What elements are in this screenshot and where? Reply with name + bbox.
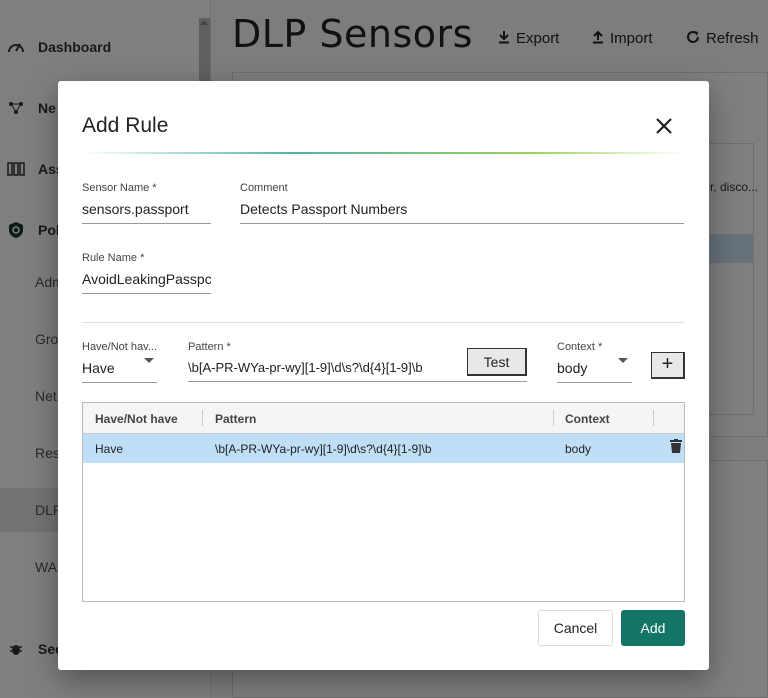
patterns-grid: Have/Not have Pattern Context Have \b[A-… <box>82 402 685 602</box>
have-not-have-label: Have/Not hav... <box>82 341 157 353</box>
add-rule-dialog: Add Rule Sensor Name * sensors.passport … <box>58 81 709 670</box>
cell-context: body <box>565 442 592 456</box>
test-button[interactable]: Test <box>467 348 527 376</box>
column-separator[interactable] <box>202 410 203 426</box>
cancel-button[interactable]: Cancel <box>538 610 613 646</box>
context-value[interactable]: body <box>557 360 632 383</box>
column-header-pattern[interactable]: Pattern <box>215 412 256 426</box>
column-separator[interactable] <box>553 410 554 426</box>
cell-pattern: \b[A-PR-WYa-pr-wy][1-9]\d\s?\d{4}[1-9]\b <box>215 442 432 456</box>
section-divider <box>82 322 685 323</box>
chevron-down-icon[interactable] <box>618 358 628 363</box>
sensor-name-field[interactable]: Sensor Name * sensors.passport <box>82 182 211 224</box>
add-button[interactable]: Add <box>621 610 685 646</box>
column-separator[interactable] <box>653 410 654 426</box>
close-icon <box>655 111 673 141</box>
column-header-have[interactable]: Have/Not have <box>95 412 178 426</box>
trash-icon[interactable] <box>670 439 682 453</box>
add-pattern-button[interactable]: + <box>651 352 685 379</box>
chevron-down-icon[interactable] <box>144 358 154 363</box>
grid-header: Have/Not have Pattern Context <box>83 403 684 434</box>
context-label: Context * <box>557 341 603 353</box>
have-not-have-value[interactable]: Have <box>82 360 157 383</box>
column-header-context[interactable]: Context <box>565 412 610 426</box>
close-button[interactable] <box>652 115 676 139</box>
comment-input[interactable]: Detects Passport Numbers <box>240 201 684 224</box>
sensor-name-label: Sensor Name * <box>82 182 157 194</box>
sensor-name-input[interactable]: sensors.passport <box>82 201 211 224</box>
rule-name-field[interactable]: Rule Name * AvoidLeakingPasspc <box>82 252 211 294</box>
dialog-title: Add Rule <box>82 114 169 137</box>
rule-name-input[interactable]: AvoidLeakingPasspc <box>82 271 211 294</box>
cell-have: Have <box>95 442 124 456</box>
comment-field[interactable]: Comment Detects Passport Numbers <box>240 182 684 224</box>
rule-name-label: Rule Name * <box>82 252 145 264</box>
title-divider <box>82 152 685 154</box>
comment-label: Comment <box>240 182 288 194</box>
table-row[interactable]: Have \b[A-PR-WYa-pr-wy][1-9]\d\s?\d{4}[1… <box>83 434 684 463</box>
